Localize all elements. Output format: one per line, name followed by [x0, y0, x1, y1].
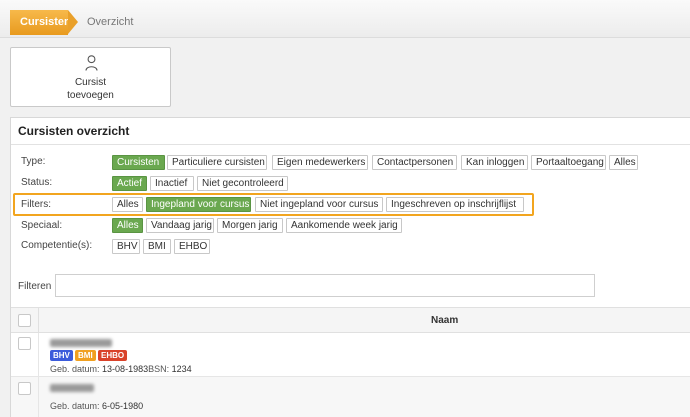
dob-value: 13-08-1983	[102, 364, 149, 374]
filters-niet-ingepland-voor-cursus[interactable]: Niet ingepland voor cursus	[255, 197, 383, 212]
filters-ingepland-voor-cursus[interactable]: Ingepland voor cursus	[146, 197, 251, 212]
dob-label: Geb. datum:	[50, 401, 100, 411]
breadcrumb-overzicht[interactable]: Overzicht	[87, 10, 133, 35]
user-icon	[85, 55, 98, 71]
filters-ingeschreven-op-inschrijflijst[interactable]: Ingeschreven op inschrijflijst	[386, 197, 524, 212]
status-inactief[interactable]: Inactief	[150, 176, 194, 191]
status-niet-gecontroleerd[interactable]: Niet gecontroleerd	[197, 176, 288, 191]
filters-label: Filters:	[21, 199, 51, 210]
table-row[interactable]: BHV BMI EHBO Geb. datum: 13-08-1983BSN: …	[11, 333, 690, 377]
badge-ehbo: EHBO	[98, 350, 128, 361]
speciaal-aankomende-week-jarig[interactable]: Aankomende week jarig	[286, 218, 402, 233]
status-actief[interactable]: Actief	[112, 176, 147, 191]
competentie-bmi[interactable]: BMI	[143, 239, 171, 254]
bsn-value: 1234	[171, 364, 192, 374]
status-label: Status:	[21, 177, 53, 188]
competentie-ehbo[interactable]: EHBO	[174, 239, 210, 254]
dob-value: 6-05-1980	[102, 401, 144, 411]
speciaal-alles[interactable]: Alles	[112, 218, 143, 233]
breadcrumb-cursisten[interactable]: Cursisten	[10, 10, 71, 35]
speciaal-morgen-jarig[interactable]: Morgen jarig	[217, 218, 283, 233]
redacted-name	[50, 384, 94, 392]
type-alles[interactable]: Alles	[609, 155, 638, 170]
speciaal-vandaag-jarig[interactable]: Vandaag jarig	[146, 218, 214, 233]
competentie-label: Competentie(s):	[21, 240, 93, 251]
badge-bmi: BMI	[75, 350, 96, 361]
add-cursist-label-line2: toevoegen	[67, 90, 114, 101]
badge-bhv: BHV	[50, 350, 73, 361]
table-row[interactable]: Geb. datum: 6-05-1980	[11, 377, 690, 417]
bsn-label: BSN:	[148, 364, 170, 374]
type-particuliere-cursisten[interactable]: Particuliere cursisten	[167, 155, 267, 170]
filteren-input[interactable]	[55, 274, 595, 297]
filters-alles[interactable]: Alles	[112, 197, 143, 212]
panel-title: Cursisten overzicht	[18, 124, 130, 138]
filteren-label: Filteren	[18, 281, 52, 292]
panel-divider	[11, 144, 690, 145]
competentie-bhv[interactable]: BHV	[112, 239, 140, 254]
type-portaaltoegang[interactable]: Portaaltoegang	[531, 155, 606, 170]
redacted-name	[50, 339, 112, 347]
type-contactpersonen[interactable]: Contactpersonen	[372, 155, 457, 170]
add-cursist-button[interactable]: Cursist toevoegen	[10, 47, 171, 107]
add-cursist-label-line1: Cursist	[74, 77, 107, 88]
type-cursisten[interactable]: Cursisten	[112, 155, 165, 170]
type-label: Type:	[21, 156, 46, 167]
breadcrumb-arrow	[68, 10, 78, 34]
row-checkbox[interactable]	[18, 382, 31, 395]
select-all-checkbox[interactable]	[18, 314, 31, 327]
row-checkbox[interactable]	[18, 337, 31, 350]
type-kan-inloggen[interactable]: Kan inloggen	[461, 155, 528, 170]
breadcrumb: Cursisten Overzicht	[0, 0, 690, 38]
cursisten-overzicht-panel: Cursisten overzicht Type: Cursisten Part…	[10, 117, 690, 417]
column-naam[interactable]: Naam	[431, 315, 458, 326]
dob-label: Geb. datum:	[50, 364, 100, 374]
table-header: Naam	[11, 307, 690, 333]
type-eigen-medewerkers[interactable]: Eigen medewerkers	[272, 155, 368, 170]
speciaal-label: Speciaal:	[21, 220, 63, 231]
